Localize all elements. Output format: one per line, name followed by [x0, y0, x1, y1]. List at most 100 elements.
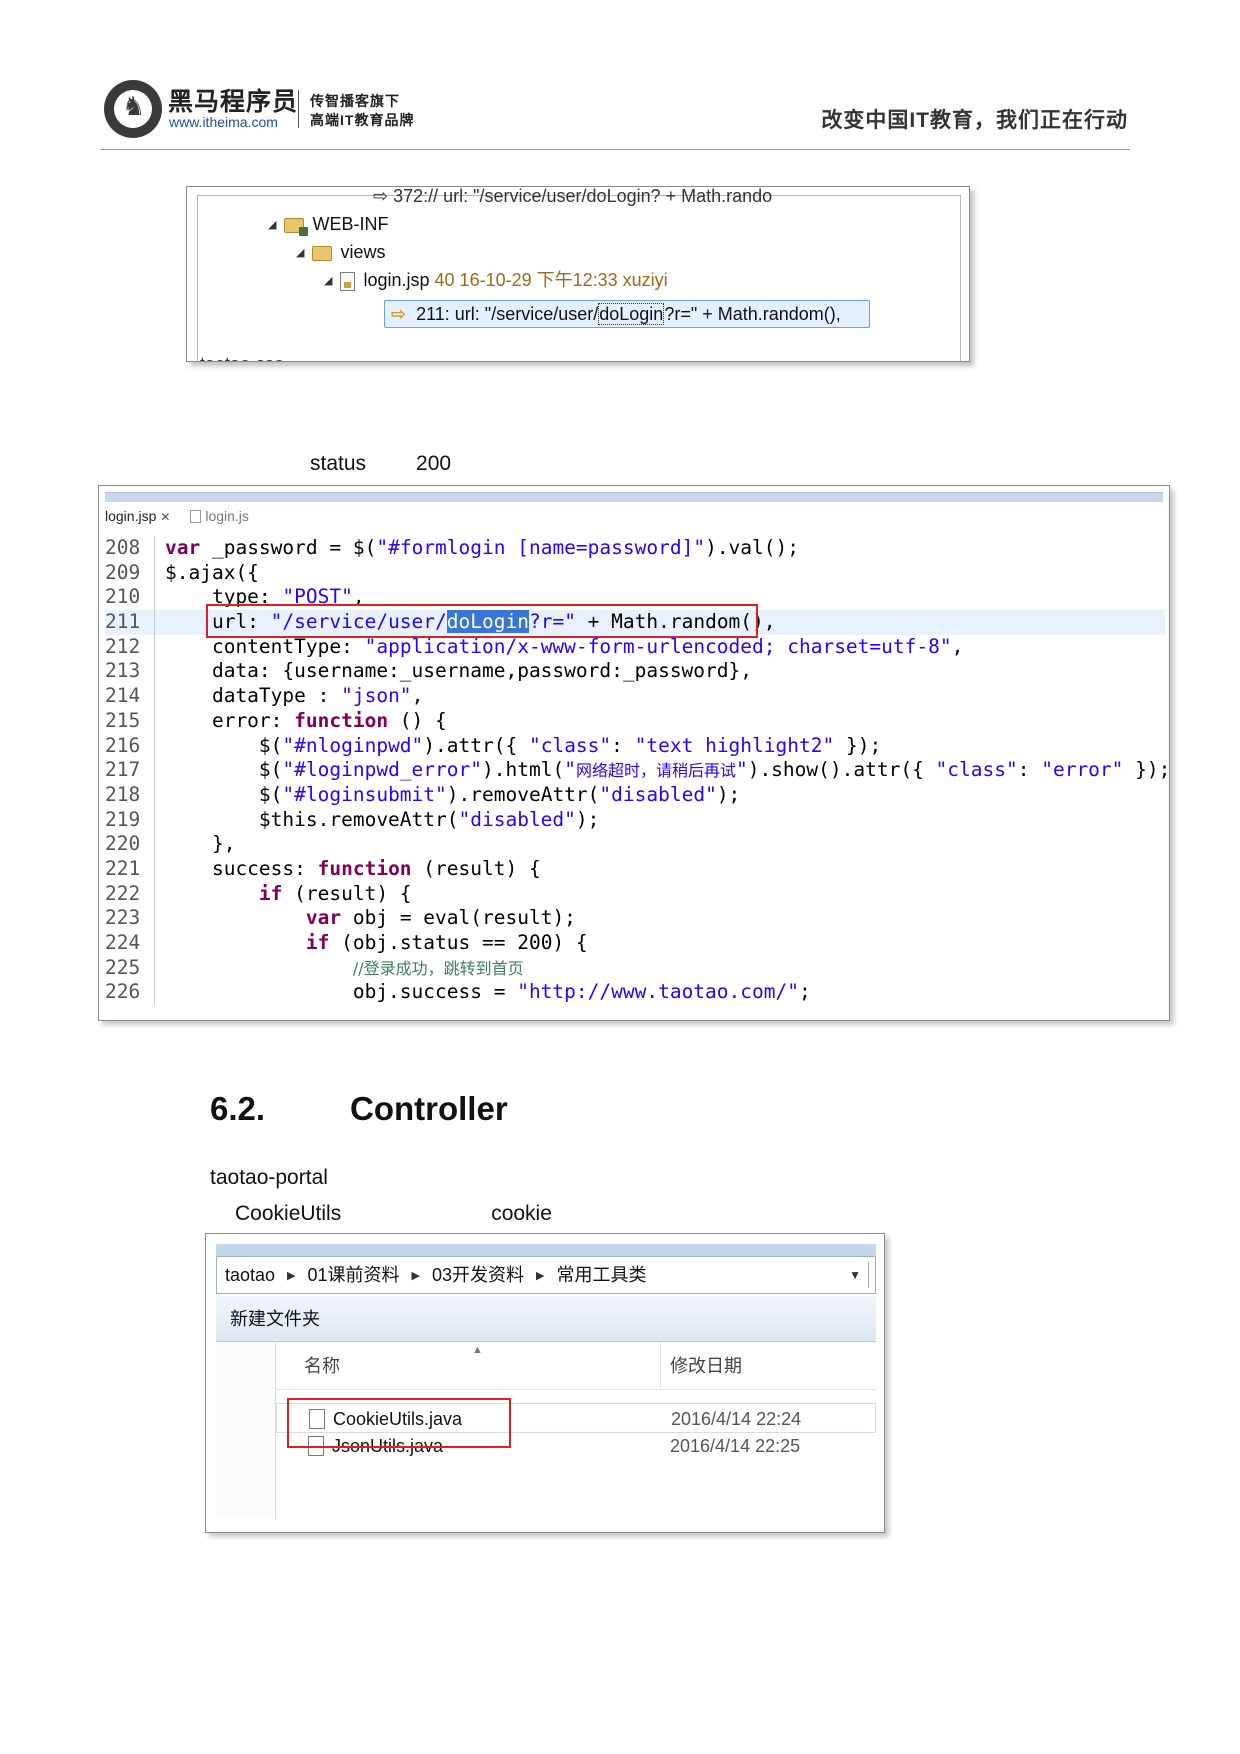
breadcrumb-item[interactable]: 01课前资料 — [308, 1265, 400, 1285]
column-date-header[interactable]: 修改日期 — [670, 1342, 742, 1390]
breadcrumb-item[interactable]: 03开发资料 — [432, 1265, 524, 1285]
code-line: 213 data: {username:_username,password:_… — [105, 659, 752, 685]
folder-icon — [284, 217, 309, 236]
address-bar[interactable]: taotao ▶ 01课前资料 ▶ 03开发资料 ▶ 常用工具类 ▼ — [216, 1256, 876, 1294]
tree-item-views[interactable]: ◢ views — [296, 240, 385, 265]
file-meta: 40 16-10-29 下午12:33 xuziyi — [434, 270, 668, 290]
line-number: 223 — [105, 906, 155, 932]
code-editor-screenshot: login.jsp ✕ login.js 208 var _password = $… — [98, 485, 1170, 1021]
expand-triangle-icon[interactable]: ◢ — [324, 269, 332, 293]
line-number: 218 — [105, 782, 155, 808]
tree-item-label: WEB-INF — [312, 214, 389, 234]
code-line: 219 $this.removeAttr("disabled"); — [105, 807, 600, 833]
page-header: ♞ 黑马程序员 www.itheima.com 传智播客旗下 高端IT教育品牌 … — [100, 78, 1130, 150]
line-number: 212 — [105, 634, 155, 660]
chevron-right-icon[interactable]: ▶ — [287, 1270, 295, 1282]
line-number: 209 — [105, 560, 155, 586]
tree-item-web-inf[interactable]: ◢ WEB-INF — [268, 212, 388, 237]
code-line: 225 //登录成功，跳转到首页 — [105, 955, 524, 981]
horse-logo-icon: ♞ — [122, 92, 146, 122]
expand-triangle-icon[interactable]: ◢ — [268, 213, 276, 237]
tab-login-jsp[interactable]: login.jsp ✕ — [105, 508, 170, 524]
editor-title-strip — [105, 492, 1163, 502]
file-date: 2016/4/14 22:24 — [671, 1409, 802, 1429]
line-number: 226 — [105, 980, 155, 1006]
js-file-icon — [190, 510, 202, 523]
line-number: 208 — [105, 536, 155, 561]
line-number: 220 — [105, 832, 155, 857]
brand-name: 黑马程序员 — [168, 88, 299, 116]
match-selected-text: doLogin — [598, 303, 665, 325]
line-number: 217 — [105, 758, 155, 783]
line-number: 216 — [105, 733, 155, 759]
highlight-box — [287, 1398, 511, 1448]
para-left-text: CookieUtils — [235, 1202, 342, 1225]
code-line: 209 $.ajax({ — [105, 560, 259, 586]
match-prefix: 211: url: "/service/user/ — [416, 304, 599, 324]
close-icon[interactable]: ✕ — [160, 510, 170, 524]
code-line: 222 if (result) { — [105, 881, 412, 907]
jsp-file-icon — [340, 271, 356, 291]
line-number: 219 — [105, 807, 155, 833]
match-suffix: ?r=" + Math.random(), — [664, 304, 841, 324]
paragraph-project: taotao-portal — [210, 1166, 328, 1189]
breadcrumb-item[interactable]: taotao — [225, 1265, 275, 1285]
line-number: 214 — [105, 684, 155, 709]
header-slogan: 改变中国IT教育，我们正在行动 — [821, 109, 1128, 132]
line-number: 213 — [105, 659, 155, 685]
column-name-header[interactable]: 名称 — [304, 1342, 340, 1390]
status-text-line: status 200 — [310, 452, 451, 476]
line-number: 215 — [105, 708, 155, 734]
tab-login-js[interactable]: login.js — [190, 508, 249, 524]
line-number: 224 — [105, 931, 155, 956]
section-number: 6.2. — [210, 1090, 266, 1127]
column-divider[interactable] — [660, 1342, 661, 1390]
tab-label: login.jsp — [105, 508, 157, 524]
code-line: 226 obj.success = "http://www.taotao.com… — [105, 980, 811, 1006]
file-date: 2016/4/14 22:25 — [670, 1436, 801, 1456]
code-line: 214 dataType : "json", — [105, 684, 424, 709]
breadcrumb-item[interactable]: 常用工具类 — [557, 1265, 647, 1285]
paragraph-cookieutils: CookieUtils cookie — [235, 1202, 552, 1226]
navigation-pane — [216, 1342, 276, 1518]
tree-panel: ⇨ 372:// url: "/service/user/doLogin? + … — [197, 187, 961, 361]
search-match-row[interactable]: ⇨ 211: url: "/service/user/doLogin?r=" + … — [384, 300, 870, 328]
address-divider — [868, 1262, 869, 1288]
chevron-right-icon[interactable]: ▶ — [536, 1270, 544, 1282]
line-number: 211 — [105, 610, 155, 635]
cut-off-project: taotao-sso — [200, 354, 284, 361]
tree-item-label: login.jsp — [363, 270, 430, 290]
editor-tabs: login.jsp ✕ login.js — [105, 508, 265, 536]
cut-off-row: ⇨ 372:// url: "/service/user/doLogin? + … — [373, 186, 773, 206]
code-line: 215 error: function () { — [105, 708, 447, 734]
code-line: 217 $("#loginpwd_error").html("网络超时，请稍后再… — [105, 758, 1170, 783]
explorer-title-strip — [216, 1244, 876, 1256]
code-line: 223 var obj = eval(result); — [105, 906, 576, 932]
code-line: 218 $("#loginsubmit").removeAttr("disabl… — [105, 782, 741, 808]
new-folder-button[interactable]: 新建文件夹 — [230, 1309, 320, 1329]
tab-label: login.js — [205, 508, 249, 524]
expand-triangle-icon[interactable]: ◢ — [296, 241, 304, 265]
folder-icon — [312, 245, 333, 261]
code-line: 212 contentType: "application/x-www-form… — [105, 634, 964, 660]
code-line: 220 }, — [105, 832, 236, 857]
status-code: 200 — [416, 452, 452, 475]
chevron-down-icon[interactable]: ▼ — [849, 1257, 861, 1293]
chevron-right-icon[interactable]: ▶ — [412, 1270, 420, 1282]
brand-tagline-2: 高端IT教育品牌 — [310, 112, 415, 128]
line-number: 225 — [105, 955, 155, 981]
tree-item-login-jsp[interactable]: ◢ login.jsp 40 16-10-29 下午12:33 xuziyi — [324, 268, 668, 293]
brand-tagline-1: 传智播客旗下 — [310, 93, 400, 109]
section-title: Controller — [350, 1090, 508, 1127]
search-result-tree-screenshot: ⇨ 372:// url: "/service/user/doLogin? + … — [186, 186, 970, 362]
para-right-text: cookie — [491, 1202, 552, 1225]
brand-url: www.itheima.com — [169, 114, 278, 130]
highlight-box — [206, 604, 758, 638]
explorer-toolbar: 新建文件夹 — [216, 1296, 876, 1342]
line-number: 222 — [105, 881, 155, 907]
section-heading: 6.2. Controller — [210, 1090, 508, 1128]
file-explorer-screenshot: taotao ▶ 01课前资料 ▶ 03开发资料 ▶ 常用工具类 ▼ 新建文件夹 ▲ 名称 … — [205, 1233, 885, 1533]
line-number: 221 — [105, 856, 155, 882]
tree-item-label: views — [340, 242, 386, 262]
code-line: 216 $("#nloginpwd").attr({ "class": "tex… — [105, 733, 882, 759]
